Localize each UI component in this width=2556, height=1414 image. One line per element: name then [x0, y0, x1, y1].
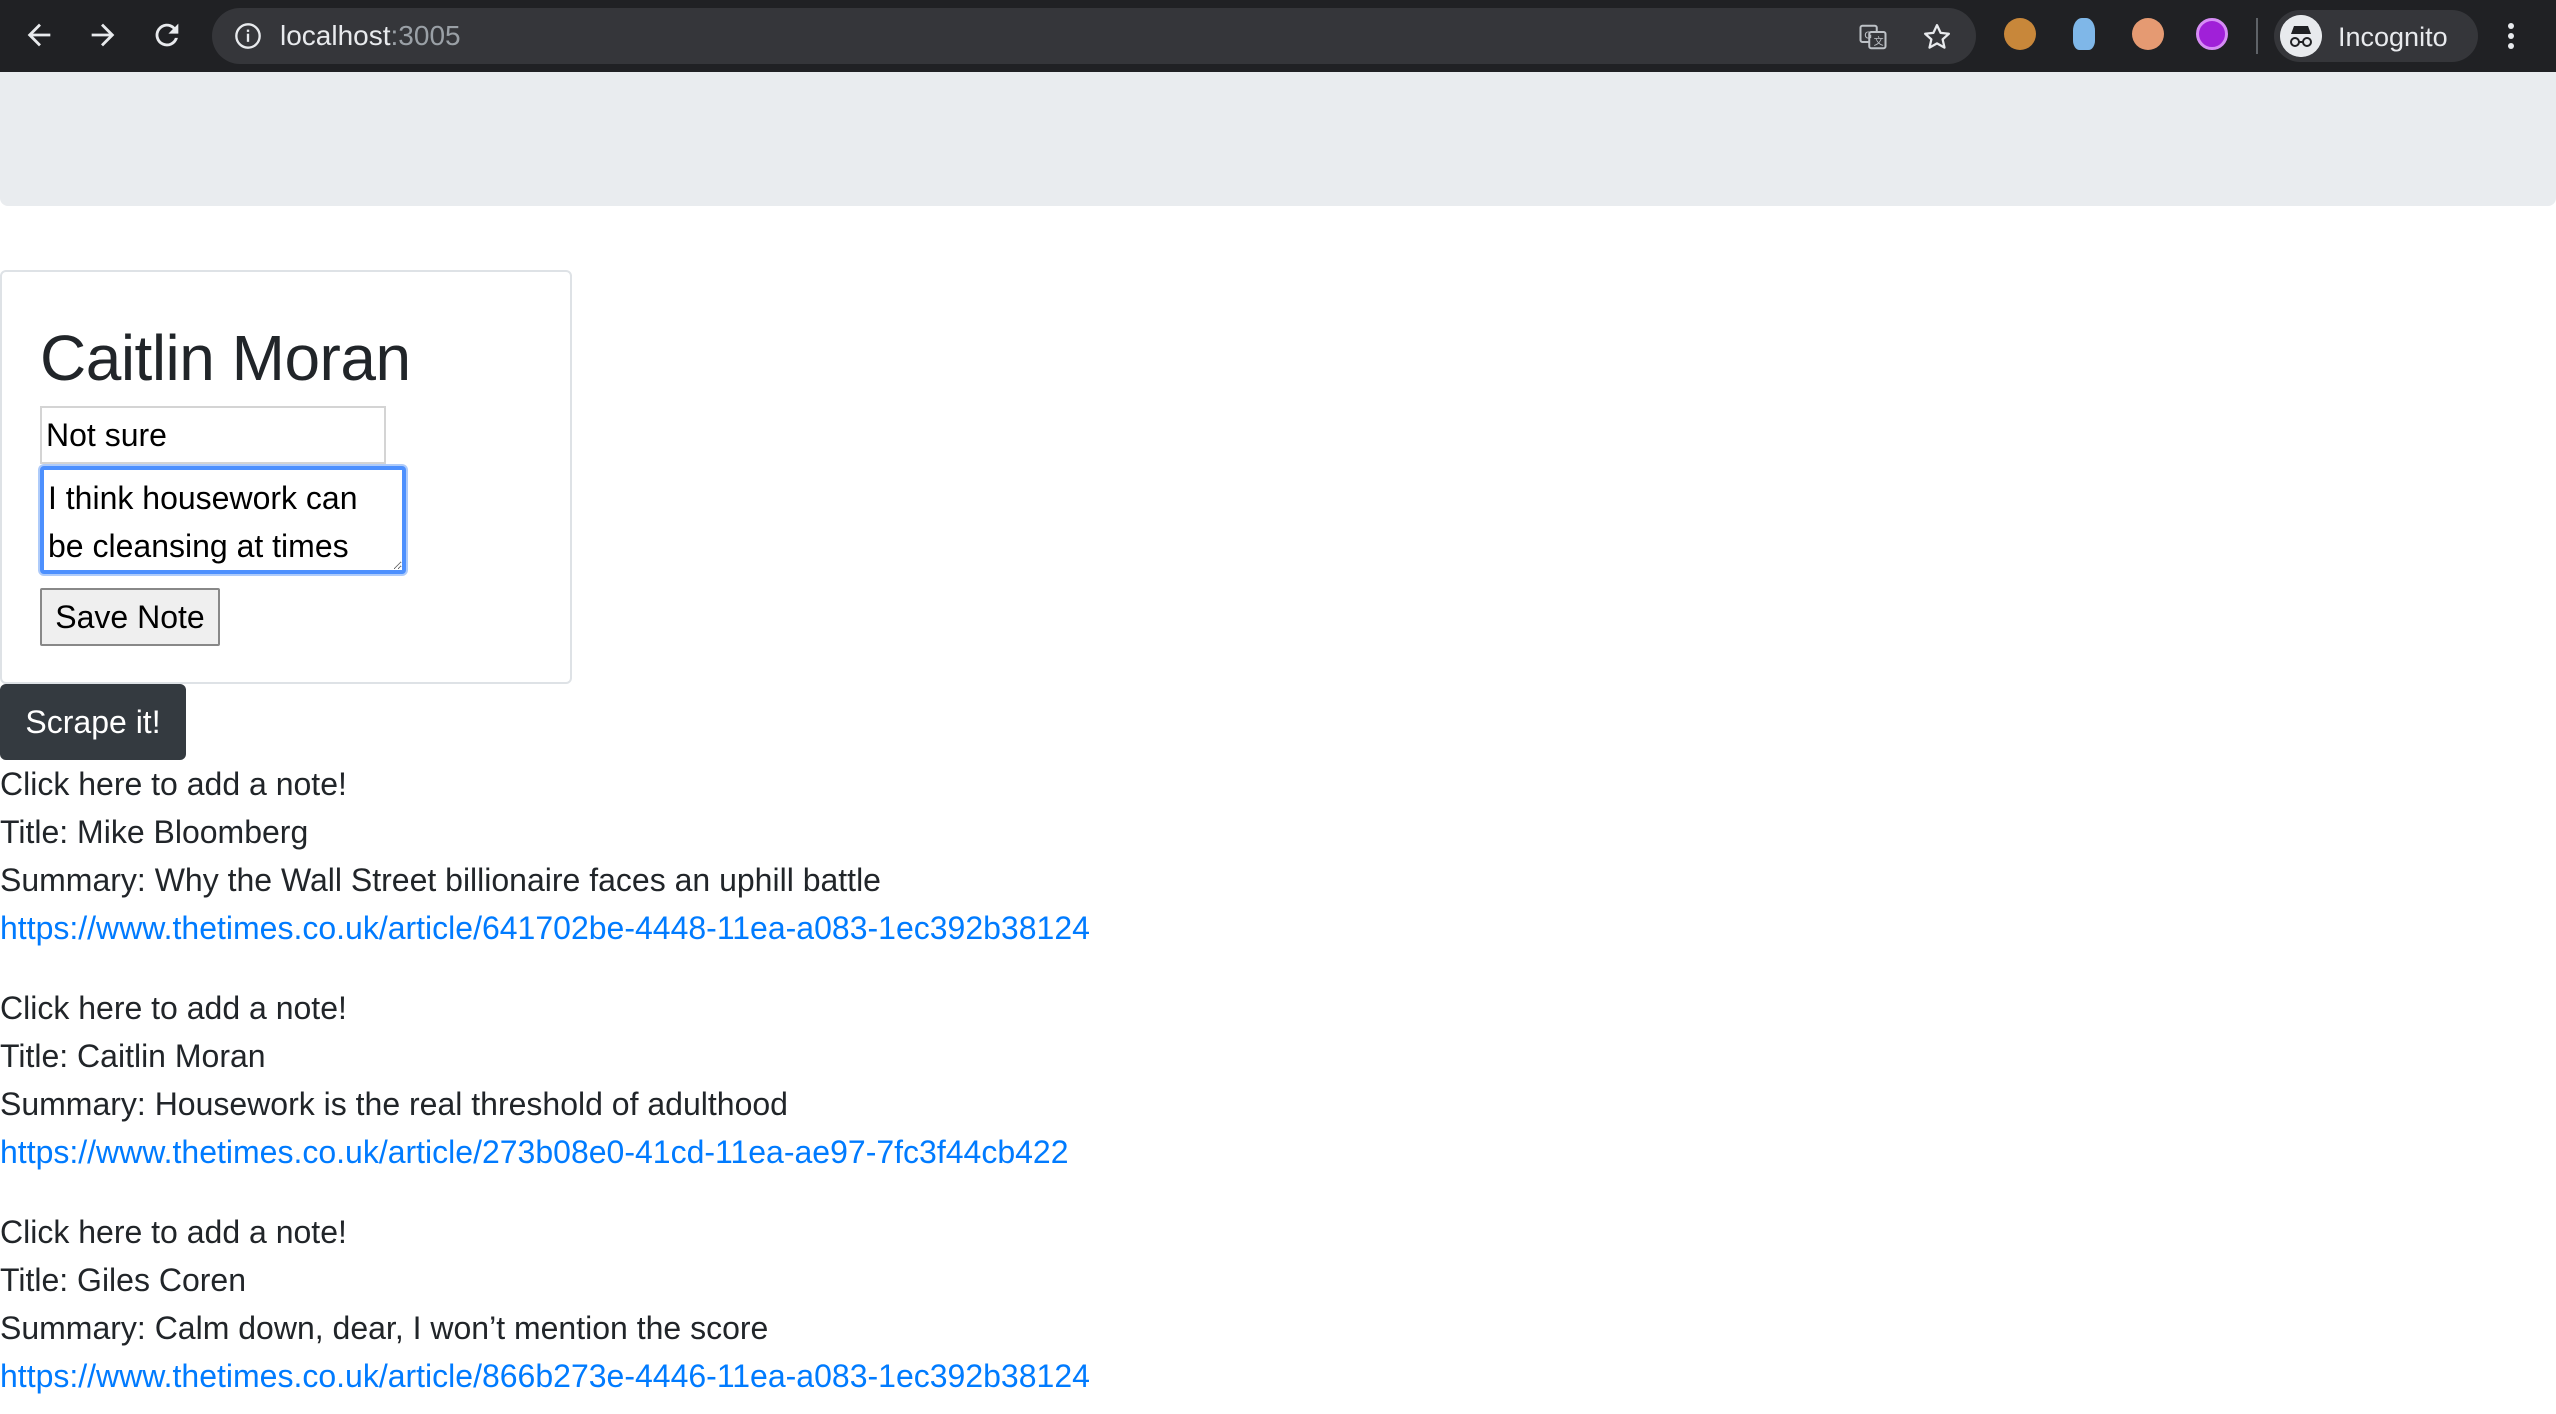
- menu-icon[interactable]: [2496, 16, 2526, 56]
- header-jumbotron: [0, 72, 2556, 206]
- forward-icon: [91, 23, 115, 47]
- article-summary: Summary: Calm down, dear, I won’t mentio…: [0, 1310, 769, 1346]
- article-list: Click here to add a note! Title: Mike Bl…: [0, 760, 1400, 1414]
- note-title: Caitlin Moran: [40, 322, 411, 394]
- article-item: Click here to add a note! Title: Caitlin…: [0, 984, 1400, 1176]
- article-title: Title: Mike Bloomberg: [0, 814, 309, 850]
- profile-label: Incognito: [2338, 22, 2448, 52]
- add-note-prompt[interactable]: Click here to add a note!: [0, 984, 1400, 1032]
- note-body-textarea[interactable]: I think housework can be cleansing at ti…: [40, 466, 406, 574]
- svg-text:文: 文: [1874, 35, 1884, 48]
- article-link[interactable]: https://www.thetimes.co.uk/article/273b0…: [0, 1128, 1400, 1176]
- article-summary: Summary: Why the Wall Street billionaire…: [0, 862, 881, 898]
- toolbar-divider: [2256, 18, 2258, 54]
- url-host: localhost: [280, 20, 391, 51]
- article-link[interactable]: https://www.thetimes.co.uk/article/64170…: [0, 904, 1400, 952]
- incognito-icon: [2280, 15, 2322, 57]
- article-item: Click here to add a note! Title: Mike Bl…: [0, 760, 1400, 952]
- back-button[interactable]: [18, 14, 60, 56]
- article-summary: Summary: Housework is the real threshold…: [0, 1086, 788, 1122]
- forward-button[interactable]: [82, 14, 124, 56]
- article-link[interactable]: https://www.thetimes.co.uk/article/866b2…: [0, 1352, 1400, 1400]
- svg-text:G: G: [1864, 30, 1872, 41]
- note-title-input[interactable]: [40, 406, 386, 464]
- translate-icon[interactable]: G文: [1858, 22, 1888, 52]
- info-icon[interactable]: [234, 22, 262, 50]
- url-port: :3005: [390, 20, 461, 51]
- save-note-button[interactable]: Save Note: [40, 588, 220, 646]
- profile-button[interactable]: Incognito: [2274, 10, 2478, 62]
- note-card: Caitlin Moran I think housework can be c…: [0, 270, 572, 684]
- back-icon: [27, 23, 51, 47]
- add-note-prompt[interactable]: Click here to add a note!: [0, 760, 1400, 808]
- browser-toolbar: localhost:3005 G文 Incognito: [0, 0, 2556, 72]
- star-icon[interactable]: [1922, 22, 1952, 52]
- address-bar[interactable]: localhost:3005 G文: [212, 8, 1976, 64]
- scrape-button[interactable]: Scrape it!: [0, 684, 186, 760]
- reload-icon: [155, 23, 179, 47]
- purple-extension-icon[interactable]: [2196, 18, 2228, 50]
- lightbulb-extension-icon[interactable]: [2073, 18, 2095, 50]
- brain-extension-icon[interactable]: [2132, 18, 2164, 50]
- url-text[interactable]: localhost:3005: [280, 21, 461, 51]
- add-note-prompt[interactable]: Click here to add a note!: [0, 1208, 1400, 1256]
- article-title: Title: Giles Coren: [0, 1262, 246, 1298]
- cookie-extension-icon[interactable]: [2004, 18, 2036, 50]
- article-title: Title: Caitlin Moran: [0, 1038, 266, 1074]
- reload-button[interactable]: [146, 14, 188, 56]
- article-item: Click here to add a note! Title: Giles C…: [0, 1208, 1400, 1400]
